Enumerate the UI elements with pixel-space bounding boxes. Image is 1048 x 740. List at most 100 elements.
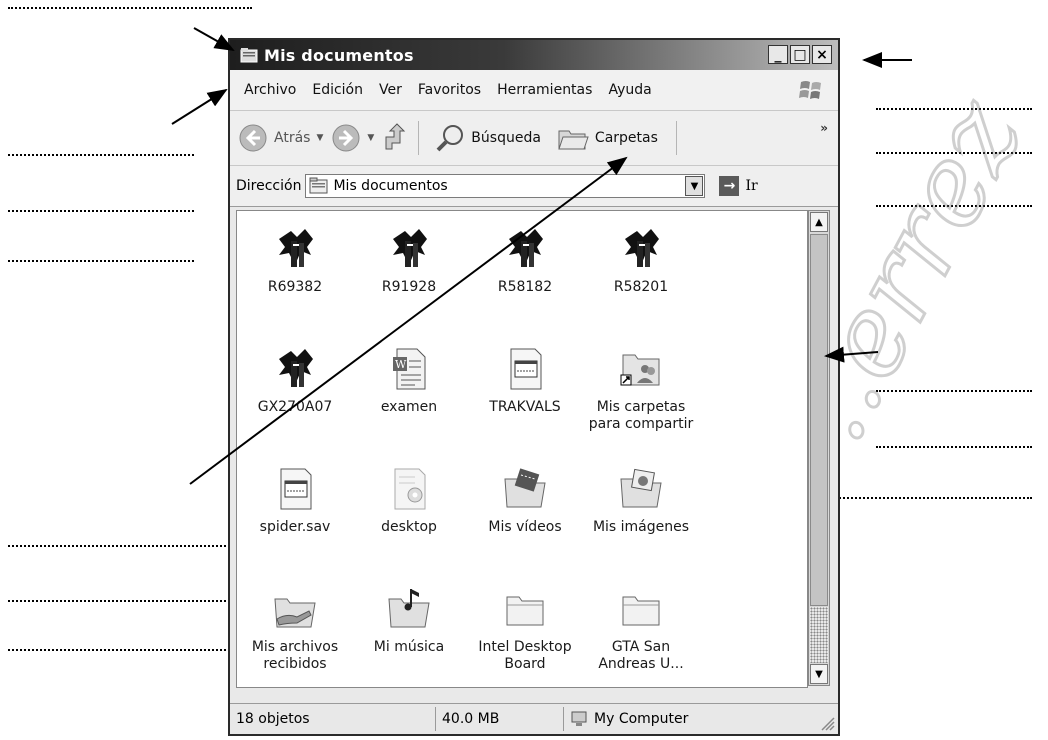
- forward-button[interactable]: ▼: [331, 123, 374, 153]
- folders-button[interactable]: Carpetas: [557, 125, 658, 151]
- menu-ver[interactable]: Ver: [371, 82, 410, 98]
- file-name: GTA San Andreas U...: [598, 639, 684, 672]
- chevron-down-icon[interactable]: ▼: [685, 176, 704, 196]
- file-name: Mis vídeos: [488, 519, 562, 535]
- word-document-icon: W: [393, 348, 426, 390]
- file-item[interactable]: GX270A07: [237, 345, 353, 416]
- file-name: Mis imágenes: [592, 519, 690, 535]
- folder-icon: [506, 596, 544, 626]
- file-name: spider.sav: [259, 519, 331, 535]
- data-file-icon: [280, 468, 312, 510]
- file-name: Mi música: [373, 639, 445, 655]
- resize-grip-icon[interactable]: [819, 715, 835, 731]
- program-icon: [509, 229, 543, 267]
- file-name: Mis carpetas para compartir: [588, 399, 694, 432]
- menu-herramientas[interactable]: Herramientas: [489, 82, 600, 98]
- chevron-down-icon[interactable]: ▼: [367, 133, 374, 143]
- computer-icon: [571, 711, 587, 726]
- program-icon: [279, 229, 313, 267]
- received-folder-icon: [274, 598, 316, 628]
- data-file-icon: [510, 348, 542, 390]
- scroll-up-button[interactable]: ▲: [810, 212, 828, 232]
- menu-edicion[interactable]: Edición: [304, 82, 371, 98]
- title-bar[interactable]: Mis documentos _ □ ×: [230, 40, 838, 70]
- folders-icon: [558, 130, 589, 150]
- scroll-track[interactable]: [810, 607, 828, 663]
- search-button[interactable]: Búsqueda: [435, 123, 541, 153]
- program-icon: [279, 349, 313, 387]
- file-item[interactable]: Wexamen: [351, 345, 467, 416]
- back-label: Atrás: [274, 130, 311, 146]
- videos-folder-icon: [504, 468, 546, 508]
- folder-icon: [309, 177, 328, 194]
- folders-label: Carpetas: [594, 130, 658, 146]
- file-item[interactable]: spider.sav: [237, 465, 353, 536]
- toolbar: Atrás ▼ ▼ Búsqueda Carpetas »: [230, 111, 838, 166]
- pictures-folder-icon: [620, 468, 662, 508]
- toolbar-overflow-button[interactable]: »: [820, 121, 828, 135]
- blank-line: [8, 154, 194, 156]
- file-item[interactable]: Mis vídeos: [467, 465, 583, 536]
- status-bar: 18 objetos 40.0 MB My Computer: [230, 703, 838, 734]
- folder-icon: [622, 596, 660, 626]
- chevron-down-icon[interactable]: ▼: [316, 133, 323, 143]
- file-item[interactable]: Intel Desktop Board: [467, 585, 583, 673]
- file-item[interactable]: R58201: [583, 225, 699, 296]
- status-location: My Computer: [564, 707, 688, 731]
- scroll-down-button[interactable]: ▼: [810, 664, 828, 684]
- blank-line: [8, 260, 194, 262]
- address-bar: Dirección Mis documentos ▼ → Ir: [230, 166, 838, 207]
- status-location-label: My Computer: [594, 711, 689, 727]
- file-item[interactable]: R58182: [467, 225, 583, 296]
- file-item[interactable]: R91928: [351, 225, 467, 296]
- menu-favoritos[interactable]: Favoritos: [410, 82, 489, 98]
- up-folder-button[interactable]: [382, 123, 410, 153]
- blank-line: [876, 446, 1032, 448]
- file-item[interactable]: TRAKVALS: [467, 345, 583, 416]
- shared-folder-icon: [620, 354, 660, 386]
- vertical-scrollbar[interactable]: ▲ ▼: [808, 210, 830, 686]
- explorer-window: Mis documentos _ □ × Archivo Edición Ver…: [228, 38, 840, 736]
- file-item[interactable]: GTA San Andreas U...: [583, 585, 699, 673]
- blank-line: [876, 390, 1032, 392]
- back-button[interactable]: Atrás ▼: [238, 123, 323, 153]
- maximize-button[interactable]: □: [790, 45, 810, 64]
- up-folder-icon: [385, 123, 406, 150]
- close-button[interactable]: ×: [812, 45, 832, 64]
- blank-line: [8, 545, 230, 547]
- search-label: Búsqueda: [471, 130, 541, 146]
- blank-line: [8, 600, 230, 602]
- annotation-arrow: [171, 88, 228, 125]
- folder-icon: [240, 48, 258, 63]
- file-item[interactable]: Mis carpetas para compartir: [583, 345, 699, 433]
- file-item[interactable]: Mis imágenes: [583, 465, 699, 536]
- go-button[interactable]: → Ir: [719, 176, 758, 196]
- status-object-count: 18 objetos: [230, 707, 436, 731]
- address-input[interactable]: Mis documentos ▼: [305, 174, 706, 198]
- blank-line: [8, 210, 194, 212]
- windows-logo-icon: [799, 81, 821, 99]
- file-item[interactable]: Mi música: [351, 585, 467, 656]
- file-item[interactable]: R69382: [237, 225, 353, 296]
- blank-line: [876, 108, 1032, 110]
- menu-ayuda[interactable]: Ayuda: [600, 82, 659, 98]
- address-label: Dirección: [236, 178, 302, 194]
- settings-file-icon: [394, 468, 426, 510]
- address-value: Mis documentos: [333, 178, 448, 194]
- minimize-button[interactable]: _: [768, 45, 788, 64]
- scroll-thumb[interactable]: [810, 234, 828, 606]
- forward-arrow-icon: [332, 124, 360, 152]
- arrow-right-icon: →: [719, 176, 740, 196]
- file-name: examen: [380, 399, 438, 415]
- blank-line: [8, 649, 230, 651]
- menu-archivo[interactable]: Archivo: [230, 82, 304, 98]
- file-item[interactable]: Mis archivos recibidos: [237, 585, 353, 673]
- back-arrow-icon: [239, 124, 267, 152]
- file-name: R69382: [267, 279, 323, 295]
- file-name: Mis archivos recibidos: [251, 639, 339, 672]
- window-title: Mis documentos: [264, 45, 414, 65]
- svg-text:W: W: [395, 358, 407, 371]
- file-item[interactable]: desktop: [351, 465, 467, 536]
- blank-line: [8, 7, 252, 9]
- file-view[interactable]: R69382 R91928 R58182 R58201 GX270A07 Wexamen T…: [236, 210, 808, 688]
